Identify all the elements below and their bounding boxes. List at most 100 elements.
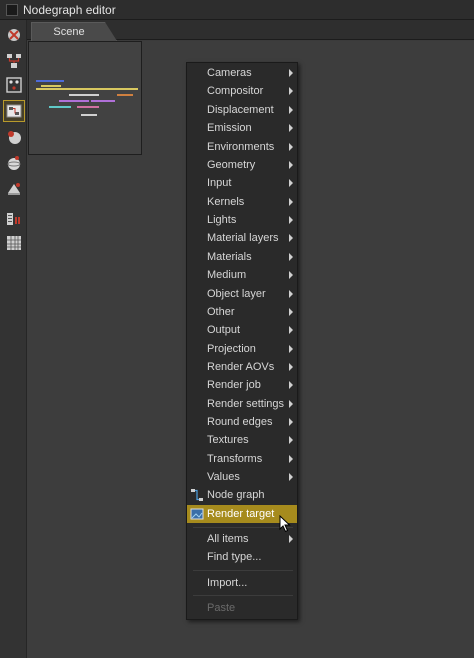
- submenu-arrow-icon: [289, 234, 293, 242]
- mouse-cursor-icon: [279, 515, 291, 533]
- menu-item-label: Render settings: [207, 398, 285, 410]
- menu-item-label: Medium: [207, 269, 247, 281]
- menu-item-render-aovs[interactable]: Render AOVs: [187, 358, 297, 376]
- menu-item-label: Render target: [207, 508, 275, 520]
- minimap-node: [36, 88, 138, 90]
- menu-item-label: Round edges: [207, 416, 273, 428]
- submenu-arrow-icon: [289, 290, 293, 298]
- submenu-arrow-icon: [289, 326, 293, 334]
- menu-item-label: Environments: [207, 141, 275, 153]
- submenu-arrow-icon: [289, 345, 293, 353]
- menu-separator: [193, 595, 293, 596]
- menu-item-material-layers[interactable]: Material layers: [187, 229, 297, 247]
- grid-nodes-icon[interactable]: [3, 74, 25, 96]
- submenu-arrow-icon: [289, 308, 293, 316]
- menu-item-label: Compositor: [207, 85, 264, 97]
- menu-item-label: Render AOVs: [207, 361, 275, 373]
- menu-item-other[interactable]: Other: [187, 303, 297, 321]
- submenu-arrow-icon: [289, 271, 293, 279]
- menu-item-environments[interactable]: Environments: [187, 138, 297, 156]
- menu-item-render-settings[interactable]: Render settings: [187, 395, 297, 413]
- menu-item-label: Paste: [207, 602, 236, 614]
- submenu-arrow-icon: [289, 400, 293, 408]
- menu-item-textures[interactable]: Textures: [187, 431, 297, 449]
- submenu-arrow-icon: [289, 363, 293, 371]
- menu-item-label: Kernels: [207, 196, 245, 208]
- minimap-node: [49, 106, 71, 108]
- menu-item-medium[interactable]: Medium: [187, 266, 297, 284]
- menu-item-label: Emission: [207, 122, 252, 134]
- menu-item-geometry[interactable]: Geometry: [187, 156, 297, 174]
- menu-item-label: Transforms: [207, 453, 263, 465]
- menu-item-materials[interactable]: Materials: [187, 248, 297, 266]
- menu-item-render-job[interactable]: Render job: [187, 376, 297, 394]
- menu-item-label: Find type...: [207, 551, 262, 563]
- menu-item-kernels[interactable]: Kernels: [187, 193, 297, 211]
- submenu-arrow-icon: [289, 198, 293, 206]
- minimap-node: [81, 114, 97, 116]
- submenu-arrow-icon: [289, 161, 293, 169]
- nodes-icon[interactable]: [3, 50, 25, 72]
- submenu-arrow-icon: [289, 381, 293, 389]
- window-icon: [6, 3, 18, 16]
- submenu-arrow-icon: [289, 253, 293, 261]
- window-title: Nodegraph editor: [23, 2, 116, 17]
- menu-item-label: Other: [207, 306, 235, 318]
- texture-icon[interactable]: [3, 178, 25, 200]
- graph-icon[interactable]: [3, 100, 25, 122]
- submenu-arrow-icon: [289, 69, 293, 77]
- menu-item-node-graph[interactable]: Node graph: [187, 486, 297, 504]
- submenu-arrow-icon: [289, 179, 293, 187]
- menu-item-label: Material layers: [207, 232, 279, 244]
- material-icon[interactable]: [3, 126, 25, 148]
- tab-scene[interactable]: Scene: [31, 22, 117, 41]
- menu-item-label: Object layer: [207, 288, 266, 300]
- menu-item-lights[interactable]: Lights: [187, 211, 297, 229]
- menu-item-label: Materials: [207, 251, 252, 263]
- menu-item-transforms[interactable]: Transforms: [187, 450, 297, 468]
- menu-item-emission[interactable]: Emission: [187, 119, 297, 137]
- table-icon[interactable]: [3, 232, 25, 254]
- menu-item-output[interactable]: Output: [187, 321, 297, 339]
- menu-item-cameras[interactable]: Cameras: [187, 64, 297, 82]
- menu-item-label: Cameras: [207, 67, 252, 79]
- submenu-arrow-icon: [289, 418, 293, 426]
- menu-separator: [193, 570, 293, 571]
- sphere-icon[interactable]: [3, 152, 25, 174]
- side-toolbar: [0, 20, 27, 658]
- menu-item-import[interactable]: Import...: [187, 574, 297, 592]
- submenu-arrow-icon: [289, 124, 293, 132]
- render-icon[interactable]: [3, 24, 25, 46]
- menu-item-find-type[interactable]: Find type...: [187, 548, 297, 566]
- menu-item-displacement[interactable]: Displacement: [187, 101, 297, 119]
- context-menu: Cameras Compositor Displacement Emission…: [186, 62, 298, 620]
- render-target-icon: [190, 508, 204, 520]
- menu-item-label: Node graph: [207, 489, 265, 501]
- submenu-arrow-icon: [289, 87, 293, 95]
- submenu-arrow-icon: [289, 455, 293, 463]
- title-bar: Nodegraph editor: [0, 0, 474, 20]
- menu-separator: [193, 527, 293, 528]
- submenu-arrow-icon: [289, 216, 293, 224]
- menu-item-compositor[interactable]: Compositor: [187, 82, 297, 100]
- minimap-node: [69, 94, 99, 96]
- menu-item-object-layer[interactable]: Object layer: [187, 285, 297, 303]
- menu-item-label: Input: [207, 177, 232, 189]
- minimap-node: [41, 85, 61, 87]
- menu-item-projection[interactable]: Projection: [187, 340, 297, 358]
- submenu-arrow-icon: [289, 106, 293, 114]
- submenu-arrow-icon: [289, 535, 293, 543]
- minimap-node: [36, 80, 64, 82]
- menu-item-label: Values: [207, 471, 240, 483]
- menu-item-label: Geometry: [207, 159, 256, 171]
- menu-item-values[interactable]: Values: [187, 468, 297, 486]
- tab-bar: Scene: [27, 20, 474, 41]
- menu-item-label: All items: [207, 533, 249, 545]
- menu-item-input[interactable]: Input: [187, 174, 297, 192]
- menu-item-label: Displacement: [207, 104, 274, 116]
- minimap[interactable]: [28, 41, 142, 155]
- menu-item-label: Import...: [207, 577, 248, 589]
- layers-icon[interactable]: [3, 208, 25, 230]
- menu-item-round-edges[interactable]: Round edges: [187, 413, 297, 431]
- minimap-node: [117, 94, 133, 96]
